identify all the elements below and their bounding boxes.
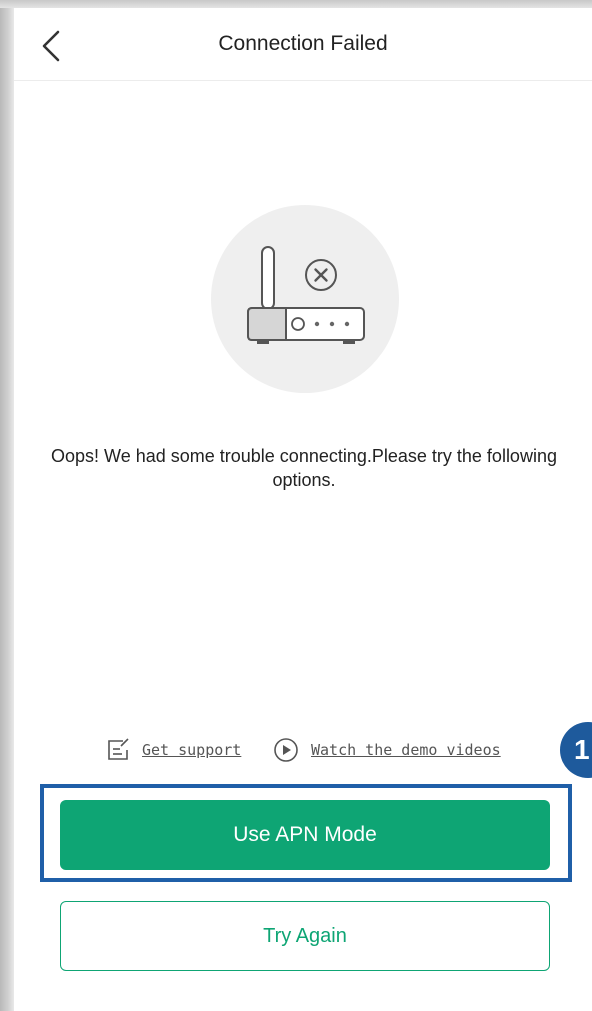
try-again-button[interactable]: Try Again <box>60 901 550 971</box>
nav-bar: Connection Failed <box>14 8 592 81</box>
watch-demo-link[interactable]: Watch the demo videos <box>273 735 501 765</box>
error-message: Oops! We had some trouble connecting.Ple… <box>51 446 557 490</box>
frame-top-edge <box>0 0 592 8</box>
use-apn-mode-button[interactable]: Use APN Mode <box>60 800 550 870</box>
app-screen: Connection Failed Oops! We had some trou… <box>14 8 592 1011</box>
get-support-link[interactable]: Get support <box>106 735 241 765</box>
help-links: Get support Watch the demo videos <box>14 735 592 765</box>
frame-shadow <box>0 0 14 1011</box>
watch-demo-label[interactable]: Watch the demo videos <box>311 741 501 759</box>
page-title: Connection Failed <box>218 32 388 55</box>
play-circle-icon <box>274 738 298 762</box>
edit-note-icon <box>108 738 129 760</box>
router-error-icon <box>247 246 365 344</box>
get-support-label[interactable]: Get support <box>142 741 241 759</box>
router-illustration <box>211 205 399 393</box>
device-frame: Connection Failed Oops! We had some trou… <box>0 0 592 1011</box>
